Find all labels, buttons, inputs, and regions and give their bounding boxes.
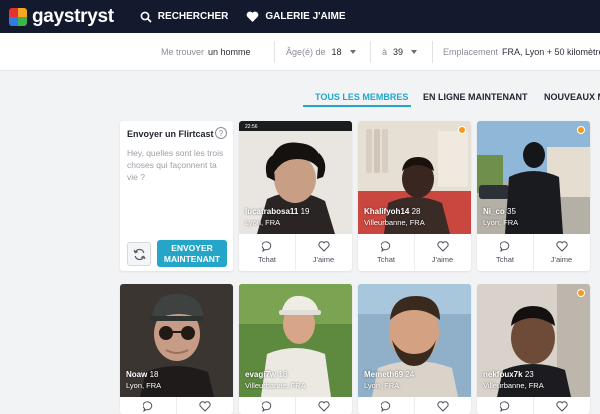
online-status-indicator [577,289,585,297]
profile-location: Lyon, FRA [483,218,519,227]
profile-card[interactable]: evagi7w 18 Villeurbanne, FRA [239,284,352,414]
send-flirtcast-button[interactable]: ENVOYER MAINTENANT [157,240,227,267]
seeking-label: Me trouver [161,47,205,57]
age-label: Âge(é) de [286,47,326,57]
profile-location: Lyon, FRA [364,381,400,390]
chevron-down-icon [411,50,418,54]
online-status-indicator [577,126,585,134]
age-to-label: à [382,47,388,57]
like-button[interactable]: J'aime [295,234,351,270]
heart-icon [436,240,449,252]
profile-card[interactable]: Memeth69 24 Lyon, FRA [358,284,471,414]
svg-text:22:56: 22:56 [245,124,258,130]
flirtcast-title: Envoyer un Flirtcast [127,129,214,139]
profile-card[interactable]: Noaw 18 Lyon, FRA [120,284,233,414]
like-button[interactable]: J'aime [414,234,470,270]
profile-actions [239,397,352,414]
filter-divider [370,41,371,63]
heart-icon [555,401,568,412]
filter-divider [274,41,275,63]
like-button[interactable] [176,397,232,414]
member-tabs: TOUS LES MEMBRES EN LIGNE MAINTENANT NOU… [0,86,600,110]
refresh-message-button[interactable] [127,242,151,266]
profile-actions [120,397,233,414]
chat-bubble-icon [380,401,390,412]
tab-new-members[interactable]: NOUVEAUX M [544,86,600,108]
like-button[interactable] [533,397,589,414]
profile-card[interactable]: Khalifyoh14 28 Villeurbanne, FRA Tchat J… [358,121,471,271]
seeking-value: un homme [208,47,251,57]
nav-link-search[interactable]: RECHERCHER [140,11,229,23]
heart-icon [436,401,449,412]
profile-location: Lyon, FRA [245,218,281,227]
location-filter[interactable]: Emplacement FRA, Lyon + 50 kilomètres [443,33,600,71]
logo-icon [9,7,27,26]
chat-button[interactable] [120,397,176,414]
logo-text: gaystryst [32,5,114,27]
profile-name: lucatrabosa11 19 [245,207,310,216]
chat-button[interactable]: Tchat [239,234,295,270]
heart-icon [198,401,211,412]
profile-location: Lyon, FRA [126,381,162,390]
help-icon[interactable]: ? [215,127,227,139]
heart-icon [247,11,259,22]
age-min-select[interactable]: Âge(é) de 18 [286,33,356,71]
logo[interactable]: gaystryst [9,6,114,28]
profile-name: Khalifyoh14 28 [364,207,421,216]
age-min-value: 18 [331,47,342,57]
refresh-icon [132,248,146,260]
like-button[interactable]: J'aime [533,234,589,270]
profile-card[interactable]: nekfoux7k 23 Villeurbanne, FRA [477,284,590,414]
profile-actions: Tchat J'aime [477,234,590,270]
filter-divider [432,41,433,63]
age-max-value: 39 [393,47,404,57]
profile-actions [358,397,471,414]
profile-location: Villeurbanne, FRA [245,381,306,390]
chat-button[interactable]: Tchat [477,234,533,270]
search-icon [140,11,152,23]
age-max-select[interactable]: à 39 [382,33,418,71]
heart-icon [555,240,568,252]
profile-actions [477,397,590,414]
heart-icon [317,240,330,252]
active-tab-indicator [303,105,411,107]
online-status-indicator [458,126,466,134]
chat-button[interactable] [358,397,414,414]
chat-bubble-icon [142,401,152,412]
location-label: Emplacement [443,47,499,57]
nav-link-gallery-label: GALERIE J'AIME [265,11,346,22]
profile-card[interactable]: 22:56 lucatrabosa11 19 Lyon, FRA Tchat J… [239,121,352,271]
chevron-down-icon [349,50,356,54]
profile-location: Villeurbanne, FRA [364,218,425,227]
like-button[interactable] [295,397,351,414]
profile-name: Noaw 18 [126,370,159,379]
flirtcast-message: Hey, quelles sont les trois choses qui f… [127,148,224,182]
chat-bubble-icon [261,401,271,412]
profile-name: Ni_co 35 [483,207,516,216]
top-navigation: gaystryst RECHERCHER GALERIE J'AIME [0,0,600,33]
like-button[interactable] [414,397,470,414]
chat-button[interactable]: Tchat [358,234,414,270]
nav-link-gallery[interactable]: GALERIE J'AIME [246,11,346,23]
profile-name: evagi7w 18 [245,370,288,379]
profile-actions: Tchat J'aime [239,234,352,270]
profile-name: Memeth69 24 [364,370,415,379]
filter-bar: Me trouver un homme Âge(é) de 18 à 39 Em… [0,33,600,71]
chat-button[interactable] [239,397,295,414]
chat-bubble-icon [499,401,509,412]
profile-card[interactable]: Ni_co 35 Lyon, FRA Tchat J'aime [477,121,590,271]
profile-location: Villeurbanne, FRA [483,381,544,390]
chat-bubble-icon [380,240,390,252]
tab-online-now[interactable]: EN LIGNE MAINTENANT [423,86,528,108]
seeking-filter[interactable]: Me trouver un homme [161,33,251,71]
chat-bubble-icon [499,240,509,252]
chat-button[interactable] [477,397,533,414]
location-value: FRA, Lyon + 50 kilomètres [502,47,600,57]
chat-bubble-icon [261,240,271,252]
profile-name: nekfoux7k 23 [483,370,534,379]
heart-icon [317,401,330,412]
profile-actions: Tchat J'aime [358,234,471,270]
nav-link-search-label: RECHERCHER [157,11,229,22]
